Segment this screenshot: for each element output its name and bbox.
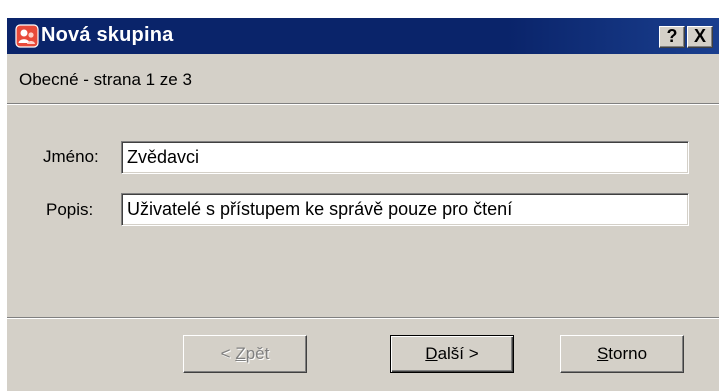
back-button[interactable]: < Zpět: [183, 335, 307, 373]
cancel-button-rest: torno: [608, 344, 648, 363]
divider-bottom: [7, 317, 719, 319]
cancel-button-accel: S: [596, 344, 609, 363]
group-app-icon: [15, 24, 39, 48]
cancel-button[interactable]: Storno: [560, 335, 684, 373]
new-group-dialog: Nová skupina ? X Obecné - strana 1 ze 3 …: [6, 18, 719, 391]
next-button-rest: alší >: [437, 344, 479, 363]
description-field[interactable]: [121, 193, 689, 226]
help-button[interactable]: ?: [659, 26, 685, 48]
next-button[interactable]: Další >: [390, 335, 514, 373]
description-label: Popis:: [46, 200, 94, 219]
page-indicator: Obecné - strana 1 ze 3: [19, 70, 192, 89]
title-bar[interactable]: Nová skupina ? X: [7, 18, 719, 54]
back-button-accel: Z: [235, 344, 246, 363]
name-field[interactable]: [121, 141, 689, 174]
divider-top: [7, 103, 719, 105]
window-title: Nová skupina: [41, 24, 174, 46]
close-button[interactable]: X: [687, 26, 713, 48]
next-button-accel: D: [425, 344, 438, 363]
name-label: Jméno:: [43, 147, 99, 166]
back-button-rest: pět: [245, 344, 270, 363]
back-button-prefix: <: [220, 344, 236, 363]
